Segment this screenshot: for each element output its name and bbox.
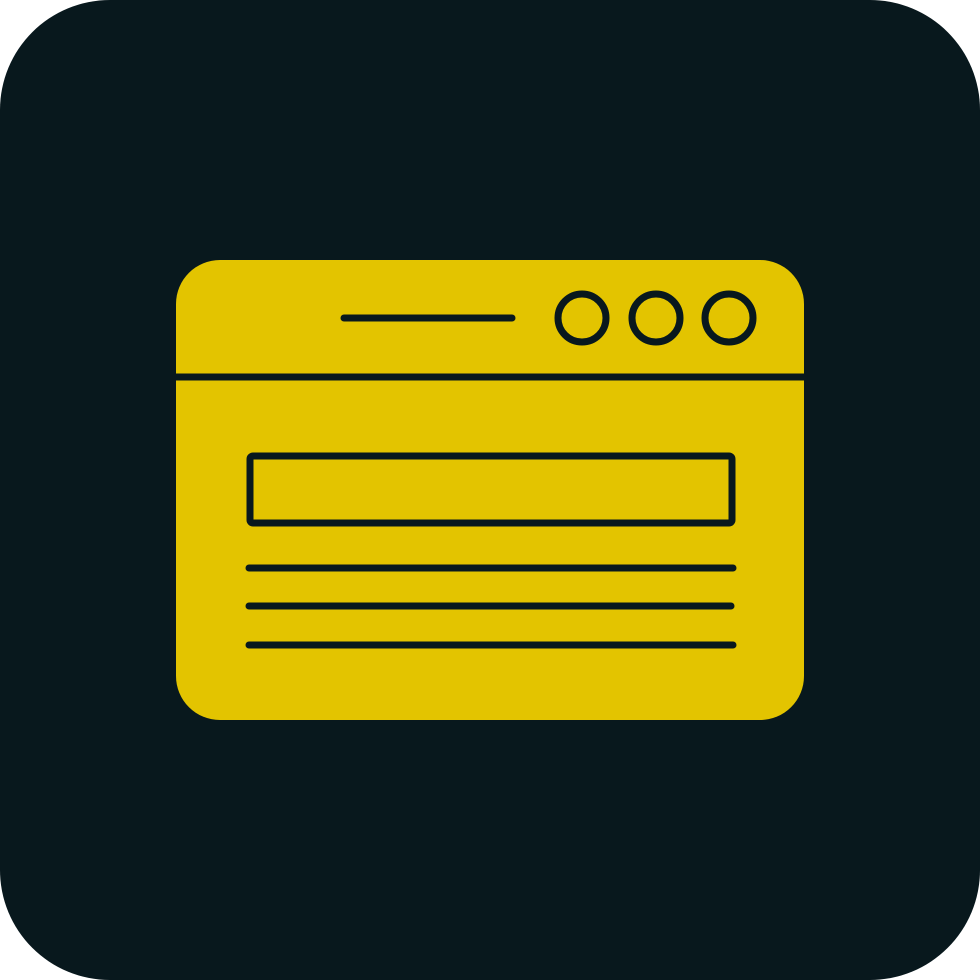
icon-tile bbox=[0, 0, 980, 980]
browser-window-icon bbox=[0, 0, 980, 980]
